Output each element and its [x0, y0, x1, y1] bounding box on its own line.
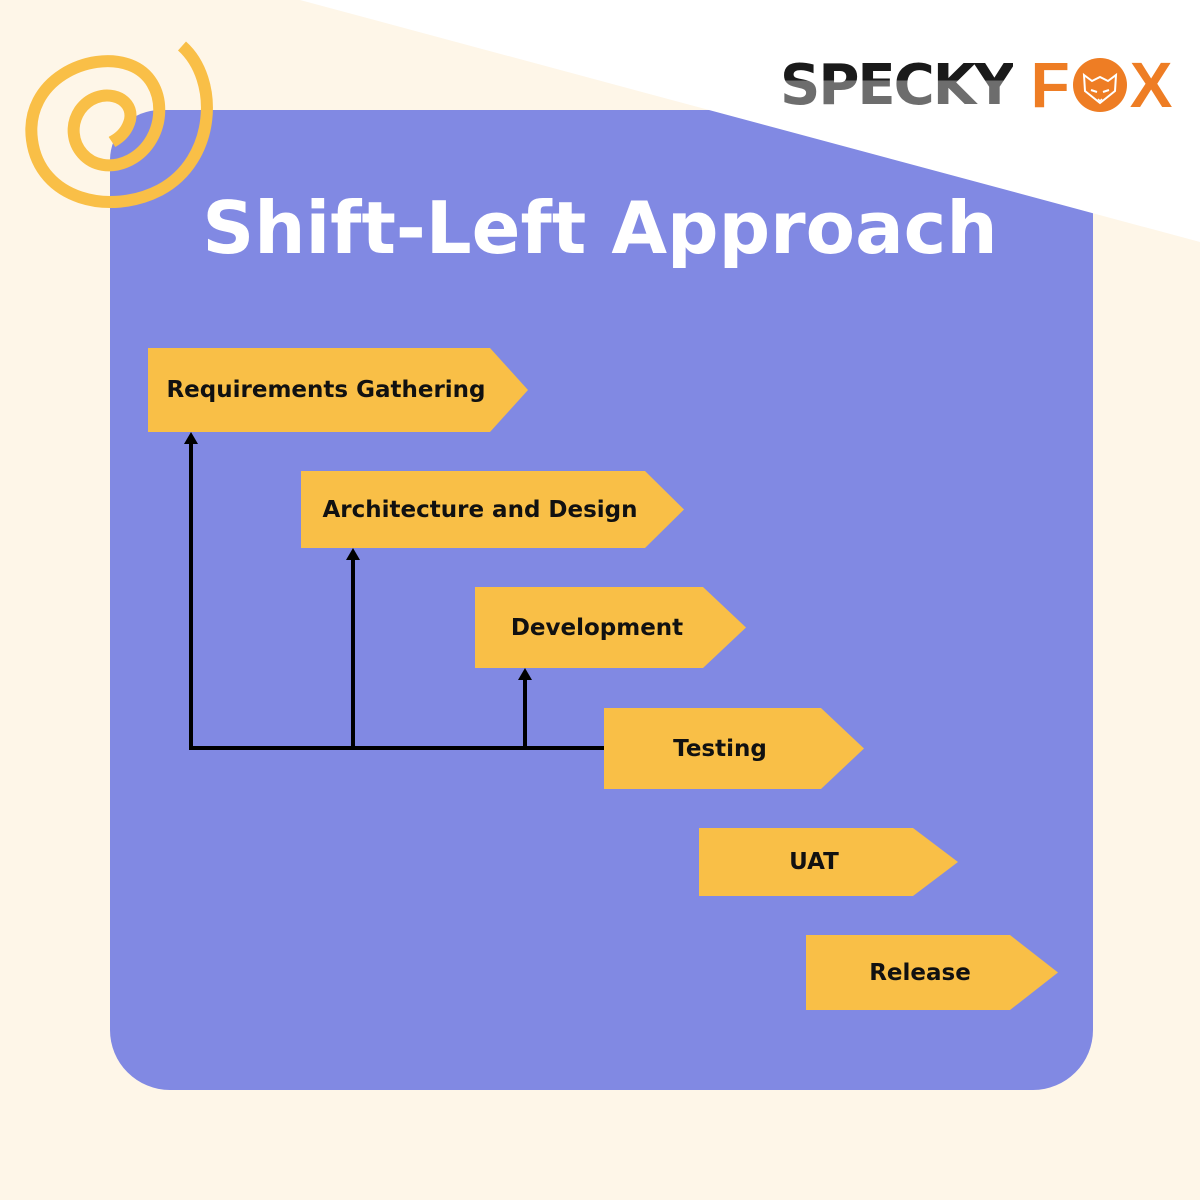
- shift-left-diagram: [148, 348, 1058, 1010]
- arrowhead-icon: [346, 548, 360, 560]
- step-label: UAT: [789, 849, 839, 875]
- step-label: Requirements Gathering: [166, 377, 486, 403]
- step-label: Development: [510, 614, 684, 641]
- step-label: Architecture and Design: [322, 496, 638, 523]
- steps-group: [148, 348, 1058, 1010]
- step-label: Release: [869, 959, 971, 986]
- arrowhead-icon: [518, 668, 532, 680]
- arrowhead-icon: [184, 432, 198, 444]
- step-label: Testing: [673, 735, 767, 762]
